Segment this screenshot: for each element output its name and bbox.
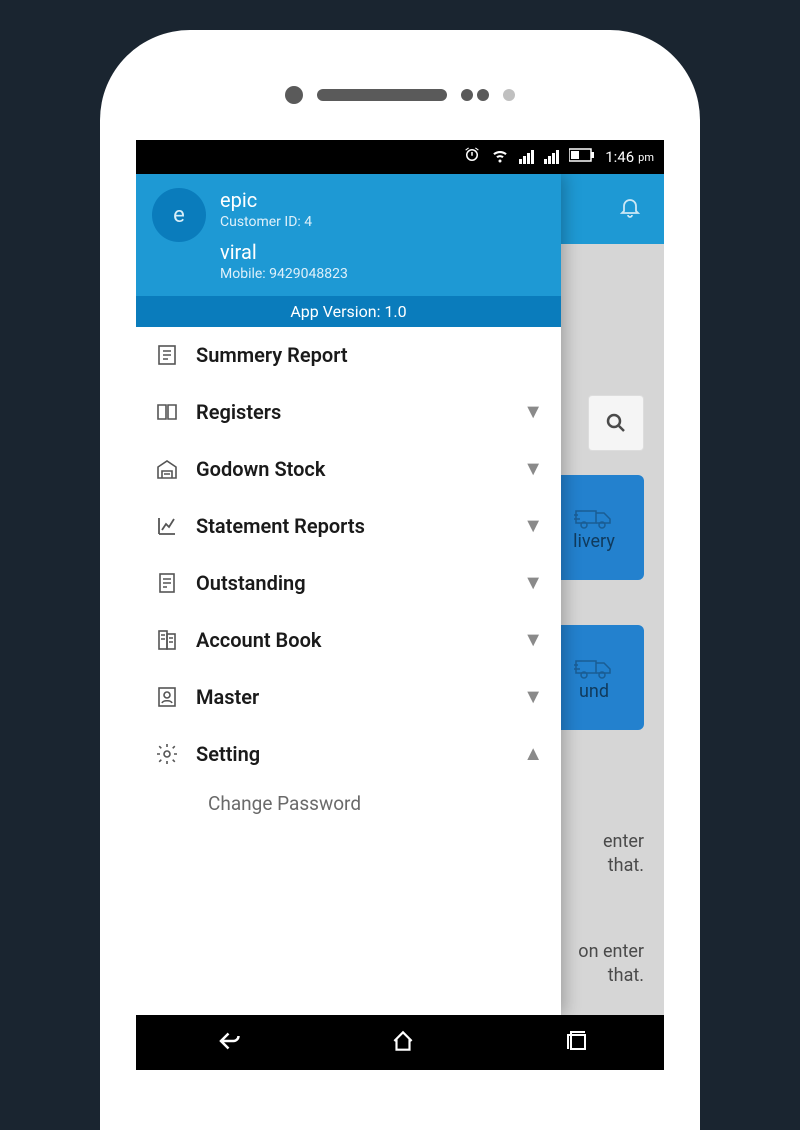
alarm-icon: [463, 146, 481, 168]
notification-bell-icon[interactable]: [618, 195, 642, 223]
android-nav-bar: [136, 1015, 664, 1070]
book-open-icon: [154, 400, 180, 424]
chevron-down-icon: ▼: [523, 513, 543, 538]
contact-icon: [154, 685, 180, 709]
phone-frame: 1:46 pm livery und enterthat. on enterth…: [100, 30, 700, 1130]
hint-text-1: enterthat.: [603, 830, 644, 879]
wifi-icon: [491, 146, 509, 168]
menu-statement-reports[interactable]: Statement Reports ▼: [136, 497, 561, 554]
menu-registers[interactable]: Registers ▼: [136, 383, 561, 440]
menu-summary-report[interactable]: Summery Report: [136, 327, 561, 383]
hint-text-2: on enterthat.: [578, 940, 644, 989]
menu-godown-stock[interactable]: Godown Stock ▼: [136, 440, 561, 497]
chevron-down-icon: ▼: [523, 570, 543, 595]
signal-icon-2: [544, 150, 559, 164]
menu-setting[interactable]: Setting ▲: [136, 725, 561, 782]
menu-outstanding[interactable]: Outstanding ▼: [136, 554, 561, 611]
signal-icon-1: [519, 150, 534, 164]
avatar: e: [152, 188, 206, 242]
search-button[interactable]: [588, 395, 644, 451]
company-name: epic: [220, 188, 545, 212]
card-label: und: [579, 681, 609, 702]
chevron-down-icon: ▼: [523, 456, 543, 481]
chevron-down-icon: ▼: [523, 627, 543, 652]
recent-apps-icon[interactable]: [565, 1029, 589, 1057]
customer-id: Customer ID: 4: [220, 214, 545, 230]
menu-change-password[interactable]: Change Password: [136, 782, 561, 825]
receipt-icon: [154, 571, 180, 595]
battery-icon: [569, 148, 595, 166]
chart-icon: [154, 514, 180, 538]
status-time: 1:46: [605, 148, 634, 166]
gear-icon: [154, 742, 180, 766]
user-mobile: Mobile: 9429048823: [220, 266, 545, 282]
status-time-period: pm: [638, 151, 654, 164]
app-version: App Version: 1.0: [136, 296, 561, 327]
android-status-bar: 1:46 pm: [136, 140, 664, 174]
menu-master[interactable]: Master ▼: [136, 668, 561, 725]
phone-hardware-top: [120, 50, 680, 140]
chevron-up-icon: ▲: [523, 741, 543, 766]
home-icon[interactable]: [390, 1028, 416, 1058]
ledger-icon: [154, 628, 180, 652]
chevron-down-icon: ▼: [523, 684, 543, 709]
drawer-header: e epic Customer ID: 4 viral Mobile: 9429…: [136, 174, 561, 296]
report-icon: [154, 343, 180, 367]
menu-account-book[interactable]: Account Book ▼: [136, 611, 561, 668]
navigation-drawer: e epic Customer ID: 4 viral Mobile: 9429…: [136, 174, 561, 1015]
phone-screen: 1:46 pm livery und enterthat. on enterth…: [136, 140, 664, 1070]
chevron-down-icon: ▼: [523, 399, 543, 424]
warehouse-icon: [154, 457, 180, 481]
user-name: viral: [220, 240, 545, 264]
back-icon[interactable]: [211, 1026, 241, 1060]
drawer-menu: Summery Report Registers ▼ Godown Stock …: [136, 327, 561, 1015]
card-label: livery: [573, 531, 615, 552]
